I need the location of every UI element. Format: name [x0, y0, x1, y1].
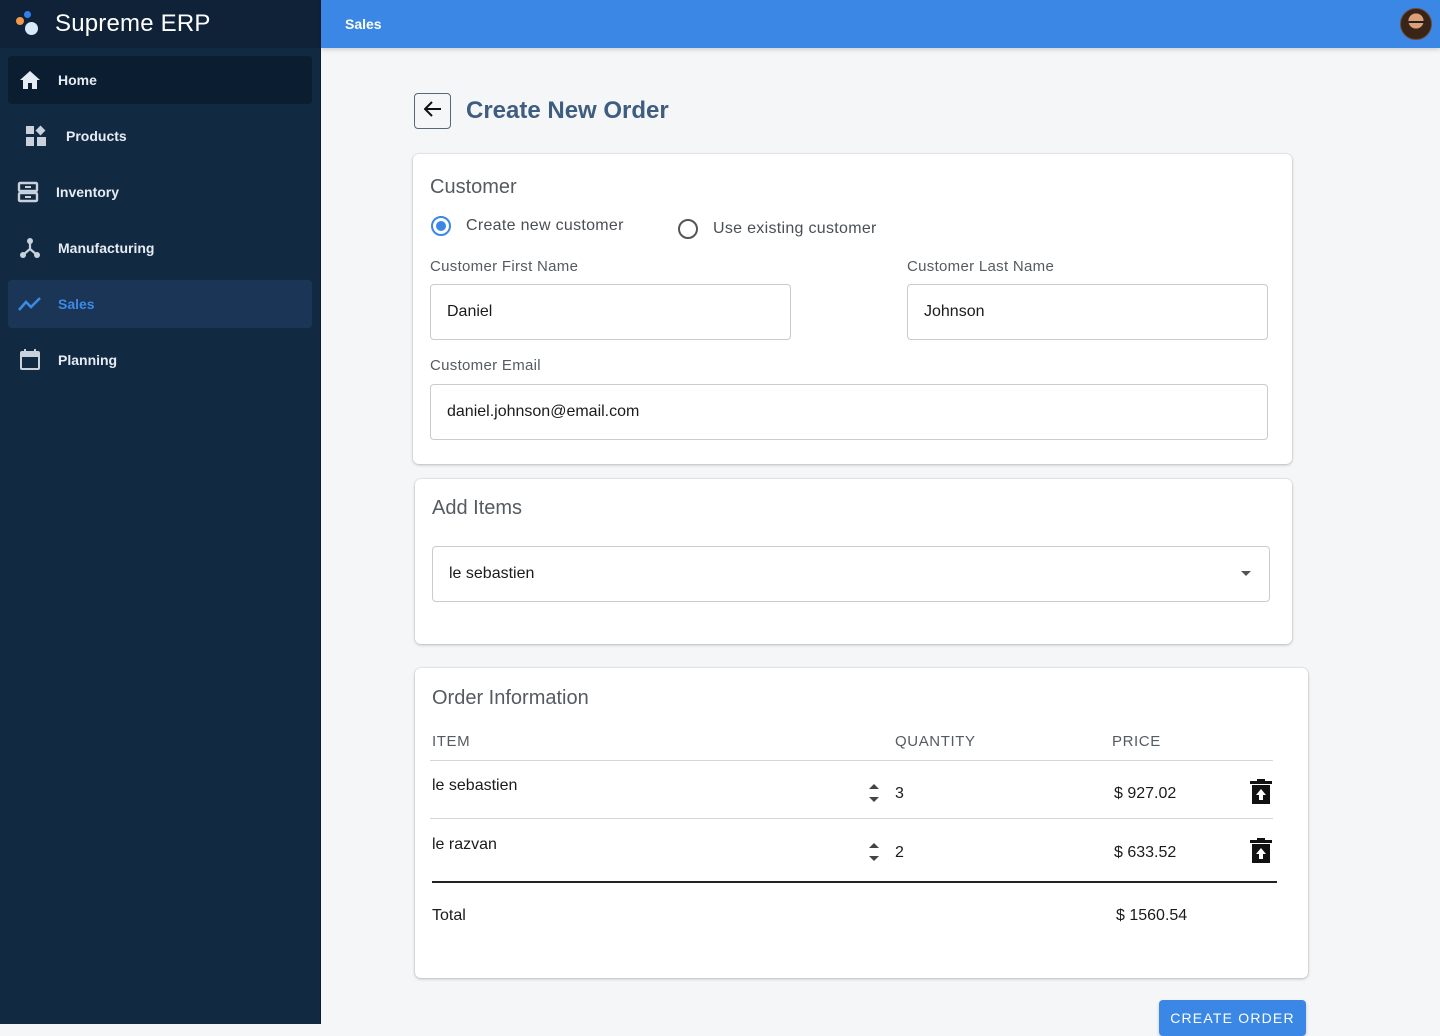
order-row-quantity[interactable]: 3: [895, 785, 904, 803]
last-name-label: Customer Last Name: [907, 258, 1054, 275]
add-items-card: Add Items le sebastien: [415, 479, 1292, 644]
customer-title: Customer: [430, 176, 517, 199]
sidebar-item-label: Inventory: [56, 184, 119, 200]
logo-icon: [16, 11, 42, 37]
item-select[interactable]: le sebastien: [432, 546, 1270, 602]
customer-card: Customer Create new customer Use existin…: [413, 154, 1292, 464]
create-order-button[interactable]: CREATE ORDER: [1159, 1000, 1306, 1036]
sidebar-item-home[interactable]: Home: [8, 56, 312, 104]
sidebar-item-inventory[interactable]: Inventory: [8, 168, 312, 216]
email-label: Customer Email: [430, 357, 541, 374]
radio-use-existing-customer[interactable]: Use existing customer: [678, 219, 877, 239]
trending-up-icon: [18, 292, 42, 316]
dropdown-arrow-icon: [1241, 571, 1251, 576]
total-value: $ 1560.54: [1116, 907, 1187, 925]
order-row-price: $ 927.02: [1114, 785, 1176, 803]
sidebar-item-sales[interactable]: Sales: [8, 280, 312, 328]
sidebar: Supreme ERP Home Products Inventory Manu…: [0, 0, 321, 1024]
quantity-stepper[interactable]: [868, 841, 880, 863]
home-icon: [18, 68, 42, 92]
page-title: Create New Order: [466, 97, 669, 125]
sidebar-item-planning[interactable]: Planning: [8, 336, 312, 384]
add-items-title: Add Items: [432, 497, 522, 520]
delete-icon[interactable]: [1250, 838, 1272, 864]
sidebar-item-label: Home: [58, 72, 97, 88]
quantity-stepper[interactable]: [868, 782, 880, 804]
sidebar-item-label: Planning: [58, 352, 117, 368]
first-name-label: Customer First Name: [430, 258, 578, 275]
delete-icon[interactable]: [1250, 779, 1272, 805]
radio-label: Use existing customer: [713, 220, 877, 238]
column-header-quantity: QUANTITY: [895, 733, 976, 750]
sidebar-item-label: Products: [66, 128, 127, 144]
column-header-price: PRICE: [1112, 733, 1161, 750]
last-name-value: Johnson: [924, 303, 985, 321]
item-select-value: le sebastien: [449, 565, 534, 583]
first-name-value: Daniel: [447, 303, 492, 321]
column-header-item: ITEM: [432, 733, 470, 750]
email-value: daniel.johnson@email.com: [447, 403, 639, 421]
last-name-field[interactable]: Johnson: [907, 284, 1268, 340]
radio-label: Create new customer: [466, 217, 624, 235]
products-icon: [24, 124, 48, 148]
brand[interactable]: Supreme ERP: [0, 0, 320, 48]
email-field[interactable]: daniel.johnson@email.com: [430, 384, 1268, 440]
sidebar-item-manufacturing[interactable]: Manufacturing: [8, 224, 312, 272]
manufacturing-icon: [18, 236, 42, 260]
sidebar-nav: Home Products Inventory Manufacturing Sa…: [0, 48, 320, 400]
customer-type-radio-group: Create new customer Use existing custome…: [431, 216, 624, 236]
total-label: Total: [432, 907, 466, 925]
arrow-left-icon: [424, 101, 442, 122]
order-row-quantity[interactable]: 2: [895, 844, 904, 862]
back-button[interactable]: [414, 93, 451, 129]
first-name-field[interactable]: Daniel: [430, 284, 791, 340]
order-information-title: Order Information: [432, 687, 589, 710]
topbar-title: Sales: [345, 16, 382, 32]
row-divider: [430, 760, 1273, 761]
top-app-bar: Sales: [321, 0, 1440, 48]
order-row-price: $ 633.52: [1114, 844, 1176, 862]
order-row-item: le sebastien: [432, 777, 517, 795]
sidebar-item-label: Manufacturing: [58, 240, 154, 256]
main-content: Create New Order Customer Create new cus…: [321, 48, 1440, 1024]
radio-checked-icon: [431, 216, 451, 236]
radio-create-new-customer[interactable]: Create new customer: [431, 216, 624, 236]
row-divider: [430, 818, 1273, 819]
calendar-icon: [18, 348, 42, 372]
radio-unchecked-icon: [678, 219, 698, 239]
total-divider: [432, 881, 1277, 883]
order-information-card: Order Information ITEM QUANTITY PRICE le…: [415, 668, 1308, 978]
app-name: Supreme ERP: [55, 10, 211, 38]
avatar[interactable]: [1400, 8, 1432, 40]
inventory-icon: [16, 180, 40, 204]
order-row-item: le razvan: [432, 836, 497, 854]
sidebar-item-label: Sales: [58, 296, 95, 312]
page-header: Create New Order: [414, 93, 669, 129]
sidebar-item-products[interactable]: Products: [8, 112, 312, 160]
